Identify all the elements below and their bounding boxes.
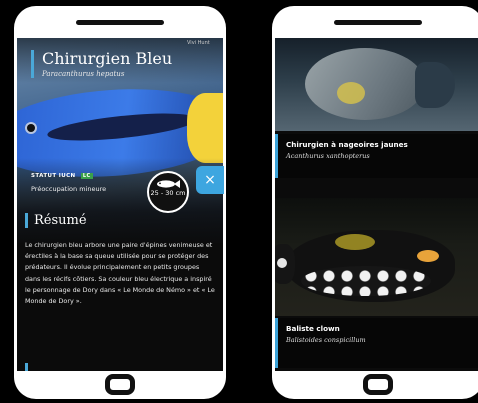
- status-badge: LC: [80, 173, 93, 179]
- species-scientific-name: Paracanthurus hepatus: [42, 70, 125, 78]
- species-detail-screen: Vivi Hunt Chirurgien Bleu Paracanthurus …: [17, 38, 223, 371]
- species-card-title: Baliste clown: [286, 324, 340, 333]
- close-button[interactable]: ×: [196, 166, 224, 194]
- size-text: 25 - 30 cm: [150, 189, 186, 197]
- species-card-title: Chirurgien à nageoires jaunes: [286, 140, 408, 149]
- summary-text: Le chirurgien bleu arbore une paire d'ép…: [25, 241, 215, 306]
- iucn-status-label-text: STATUT IUCN: [31, 173, 76, 179]
- iucn-status-label: STATUT IUCN LC: [31, 173, 93, 179]
- species-list-screen: Chirurgien à nageoires jaunes Acanthurus…: [275, 38, 478, 371]
- species-title-block: Chirurgien Bleu Paracanthurus hepatus: [31, 50, 172, 78]
- phone-speaker: [334, 20, 422, 25]
- phone-speaker: [76, 20, 164, 25]
- species-card-caption-2[interactable]: Baliste clown Balistoides conspicillum: [275, 318, 478, 368]
- species-card-image-1[interactable]: [275, 38, 478, 131]
- home-button[interactable]: [363, 374, 393, 395]
- phone-frame-right: Chirurgien à nageoires jaunes Acanthurus…: [272, 6, 478, 399]
- next-section-heading: [25, 363, 125, 371]
- species-card-scientific-name: Acanthurus xanthopterus: [286, 152, 370, 160]
- home-button[interactable]: [105, 374, 135, 395]
- image-credit: Vivi Hunt: [187, 40, 210, 46]
- species-card-image-2[interactable]: [275, 198, 478, 316]
- size-indicator: 25 - 30 cm: [147, 171, 189, 213]
- fish-icon: [157, 180, 180, 188]
- species-title: Chirurgien Bleu: [42, 49, 173, 68]
- summary-heading: Résumé: [25, 213, 87, 228]
- phone-frame-left: Vivi Hunt Chirurgien Bleu Paracanthurus …: [14, 6, 226, 399]
- species-card-scientific-name: Balistoides conspicillum: [286, 336, 366, 344]
- iucn-status-value: Préoccupation mineure: [31, 185, 107, 193]
- species-card-caption-1[interactable]: Chirurgien à nageoires jaunes Acanthurus…: [275, 134, 478, 178]
